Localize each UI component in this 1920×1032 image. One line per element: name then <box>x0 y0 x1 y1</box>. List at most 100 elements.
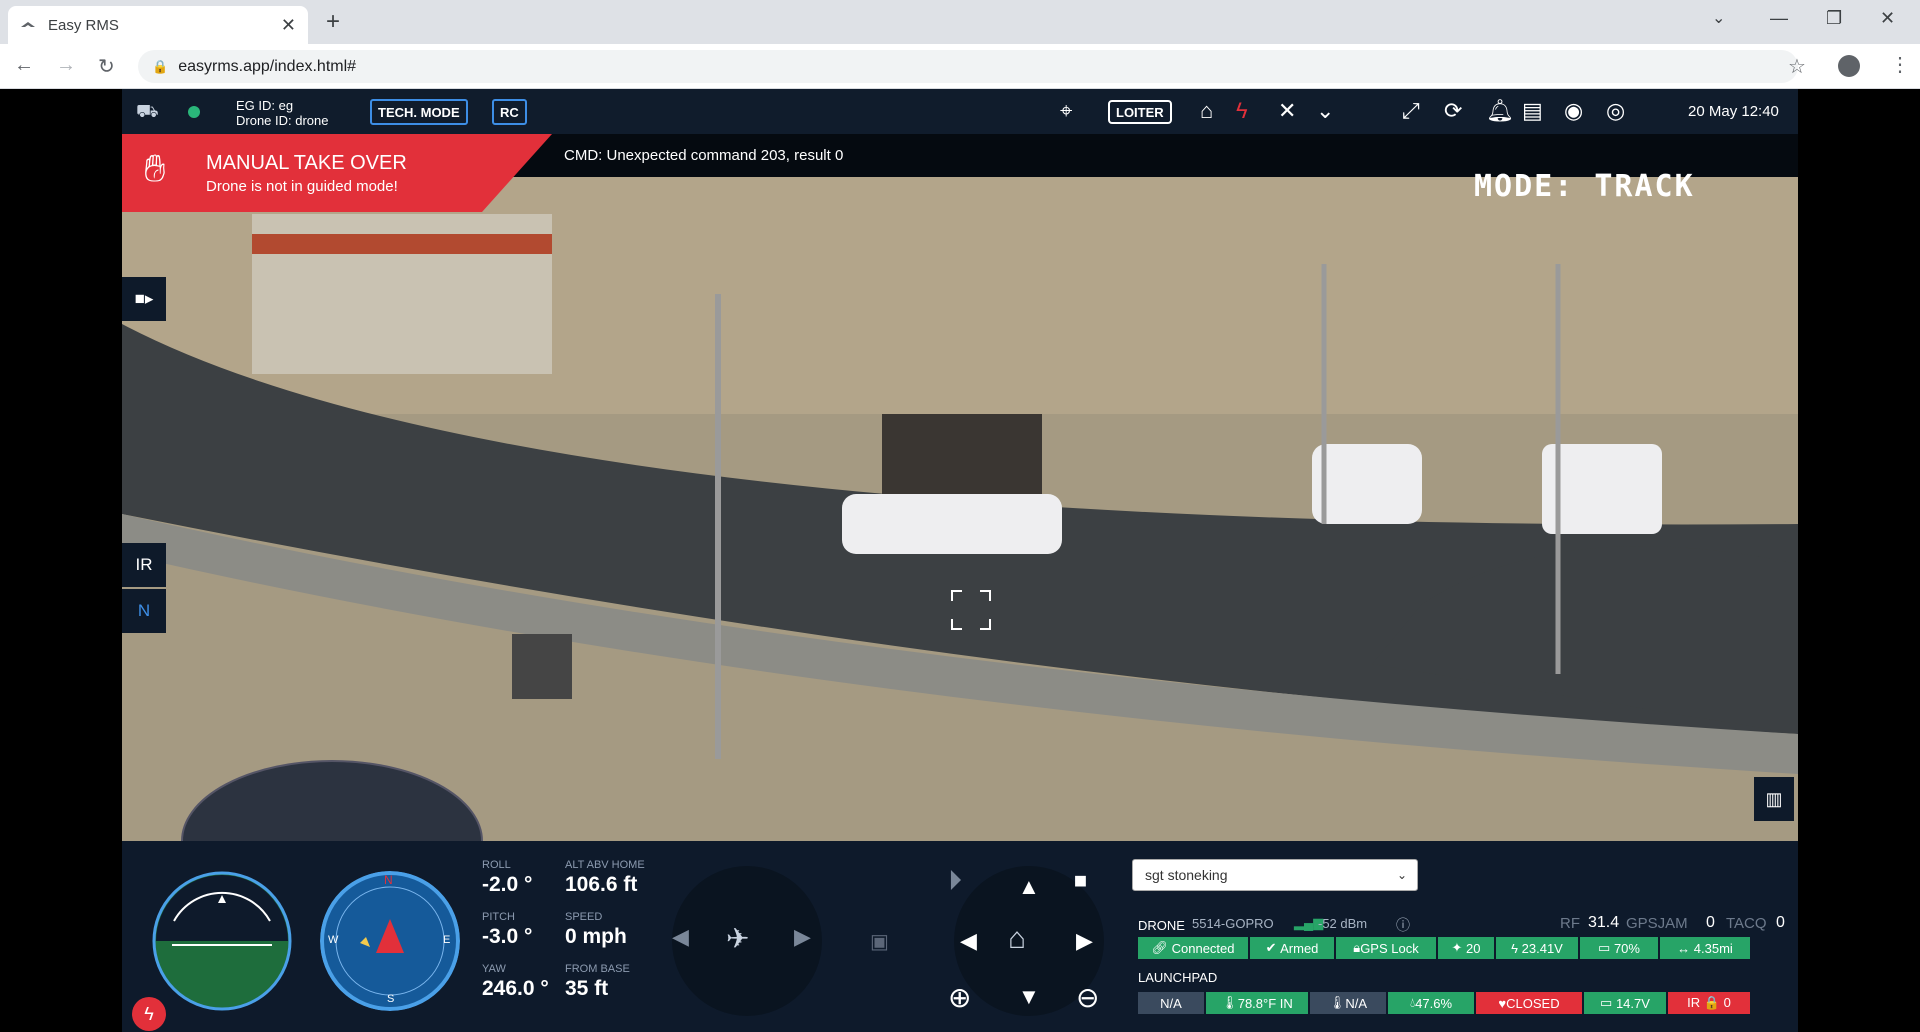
drone-ids: EG ID: eg Drone ID: drone <box>236 98 329 128</box>
pilot-select[interactable]: sgt stoneking ⌄ <box>1132 859 1418 891</box>
play-icon[interactable]: ⏵ <box>948 865 962 898</box>
yaw-right-icon[interactable]: ▶ <box>794 924 811 950</box>
pan-left-icon[interactable]: ◀ <box>960 928 977 954</box>
compass-e: E <box>443 934 451 946</box>
zoom-in-icon[interactable]: ⊕ <box>948 981 971 1014</box>
maximize-icon[interactable]: ❐ <box>1826 8 1842 29</box>
map-button[interactable]: ▥ <box>1754 777 1794 821</box>
chevron-down-icon: ⌄ <box>1396 868 1407 882</box>
lp-chip-humidity: 💧︎ 47.6% <box>1388 992 1474 1014</box>
connection-status-dot <box>188 106 200 118</box>
loiter-button[interactable]: LOITER <box>1108 100 1172 124</box>
close-tab-icon[interactable]: ✕ <box>281 15 296 36</box>
rf-label: RF <box>1560 915 1580 932</box>
camera-button[interactable]: ■▸ <box>122 277 166 321</box>
chip-gps-lock: 🔒︎ GPS Lock <box>1336 937 1436 959</box>
notification-bell-icon[interactable]: 🔔︎ <box>1486 98 1514 124</box>
land-icon[interactable]: ⌄ <box>1316 98 1334 124</box>
map-icon: ▥ <box>1765 788 1783 809</box>
rf-value: 31.4 <box>1588 914 1620 931</box>
drone-logo-icon: ⛟ <box>136 101 159 121</box>
rc-button[interactable]: RC <box>492 99 527 125</box>
url-input[interactable]: 🔒 easyrms.app/index.html# <box>138 50 1798 83</box>
browser-tab[interactable]: Easy RMS ✕ <box>8 6 308 44</box>
chip-connected: 🔗︎ Connected <box>1138 937 1248 959</box>
tilt-up-icon[interactable]: ▲ <box>1018 874 1040 900</box>
target-reticle <box>951 590 991 630</box>
crosshair-icon[interactable]: ⌖ <box>1060 98 1072 124</box>
eg-id: EG ID: eg <box>236 98 294 113</box>
normal-button[interactable]: N <box>122 589 166 633</box>
url-text: easyrms.app/index.html# <box>178 57 357 75</box>
ir-button[interactable]: IR <box>122 543 166 587</box>
cancel-icon[interactable]: ✕ <box>1278 98 1296 124</box>
drone-id: Drone ID: drone <box>236 113 329 128</box>
hand-stop-icon: ✋︎ <box>144 148 166 190</box>
app: ⛟ EG ID: eg Drone ID: drone TECH. MODE R… <box>122 89 1798 1032</box>
emergency-bolt-icon[interactable]: ϟ <box>132 997 166 1031</box>
zoom-out-icon[interactable]: ⊖ <box>1076 981 1099 1014</box>
new-tab-button[interactable]: + <box>326 8 340 36</box>
yaw-label: YAW <box>482 963 506 975</box>
gimbal-center-icon[interactable]: ▣ <box>870 929 889 954</box>
pilot-select-value: sgt stoneking <box>1145 867 1228 883</box>
tab-search-icon[interactable]: ⌄ <box>1712 8 1725 28</box>
browser-menu-icon[interactable]: ⋮ <box>1890 52 1910 77</box>
lp-chip-temp: 🌡︎ 78.8°F IN <box>1206 992 1308 1014</box>
back-icon[interactable]: ← <box>14 54 34 77</box>
support-icon[interactable]: ◎ <box>1606 98 1625 124</box>
compass-w: W <box>328 934 339 946</box>
lightning-icon[interactable]: ϟ <box>1236 98 1248 124</box>
roll-label: ROLL <box>482 859 511 871</box>
yaw-pad[interactable]: ◀ ✈︎ ▶ <box>672 866 822 1016</box>
home-icon[interactable]: ⌂ <box>1200 98 1213 124</box>
stop-icon[interactable]: ⏹︎ <box>1074 865 1087 897</box>
chip-battery: ▭ 70% <box>1580 937 1658 959</box>
drone-label: DRONE <box>1138 918 1185 933</box>
base-label: FROM BASE <box>565 963 630 975</box>
pitch-label: PITCH <box>482 911 515 923</box>
close-window-icon[interactable]: ✕ <box>1880 8 1895 29</box>
video-feed[interactable] <box>122 134 1798 841</box>
pitch-value: -3.0 ° <box>482 925 533 948</box>
battery-icon: ▭ <box>1598 940 1614 955</box>
compass-s: S <box>387 993 395 1005</box>
cmd-status: CMD: Unexpected command 203, result 0 <box>564 147 844 164</box>
reload-icon[interactable]: ↻ <box>98 54 115 79</box>
drone-favicon-icon <box>21 22 35 27</box>
compass <box>320 871 460 1011</box>
tech-mode-button[interactable]: TECH. MODE <box>370 99 468 125</box>
lp-chip-closed: ♥ CLOSED <box>1476 992 1582 1014</box>
speed-label: SPEED <box>565 911 603 923</box>
forward-icon[interactable]: → <box>56 54 76 77</box>
bookmark-star-icon[interactable]: ☆ <box>1788 54 1806 79</box>
drone-icon: ✈︎ <box>726 923 750 954</box>
date-time: 20 May 12:40 <box>1688 103 1779 120</box>
lock-icon: 🔒︎ <box>1353 940 1361 955</box>
tilt-down-icon[interactable]: ▼ <box>1018 984 1040 1010</box>
distance-icon: ↔ <box>1677 940 1694 956</box>
refresh-icon[interactable]: ⟳ <box>1444 98 1462 124</box>
roll-value: -2.0 ° <box>482 873 533 896</box>
profile-avatar[interactable] <box>1838 55 1860 77</box>
yaw-value: 246.0 ° <box>482 977 549 1000</box>
info-icon[interactable]: ⓘ <box>1396 915 1410 935</box>
lp-chip-temp-out: 🌡︎ N/A <box>1310 992 1386 1014</box>
pan-right-icon[interactable]: ▶ <box>1076 928 1093 954</box>
tacq-value: 0 <box>1776 914 1785 931</box>
messages-icon[interactable]: ▤ <box>1522 98 1543 124</box>
speed-value: 0 mph <box>565 925 627 948</box>
minimize-icon[interactable]: — <box>1770 8 1788 29</box>
lp-chip-na: N/A <box>1138 992 1204 1014</box>
hud-panel: N E S W ROLL -2.0 ° PITCH -3.0 ° YAW 246… <box>122 841 1798 1032</box>
yaw-left-icon[interactable]: ◀ <box>672 924 689 950</box>
video-camera-icon: ■▸ <box>134 289 154 308</box>
compass-n: N <box>384 873 393 887</box>
user-icon[interactable]: ◉ <box>1564 98 1583 124</box>
alert-subtitle: Drone is not in guided mode! <box>206 178 398 195</box>
signal-strength: -52 dBm <box>1318 916 1368 931</box>
chip-voltage: ϟ 23.41V <box>1496 937 1578 959</box>
alt-value: 106.6 ft <box>565 873 638 896</box>
fullscreen-icon[interactable]: ⤢ <box>1402 98 1420 124</box>
satellite-icon: ✦ <box>1451 940 1467 955</box>
